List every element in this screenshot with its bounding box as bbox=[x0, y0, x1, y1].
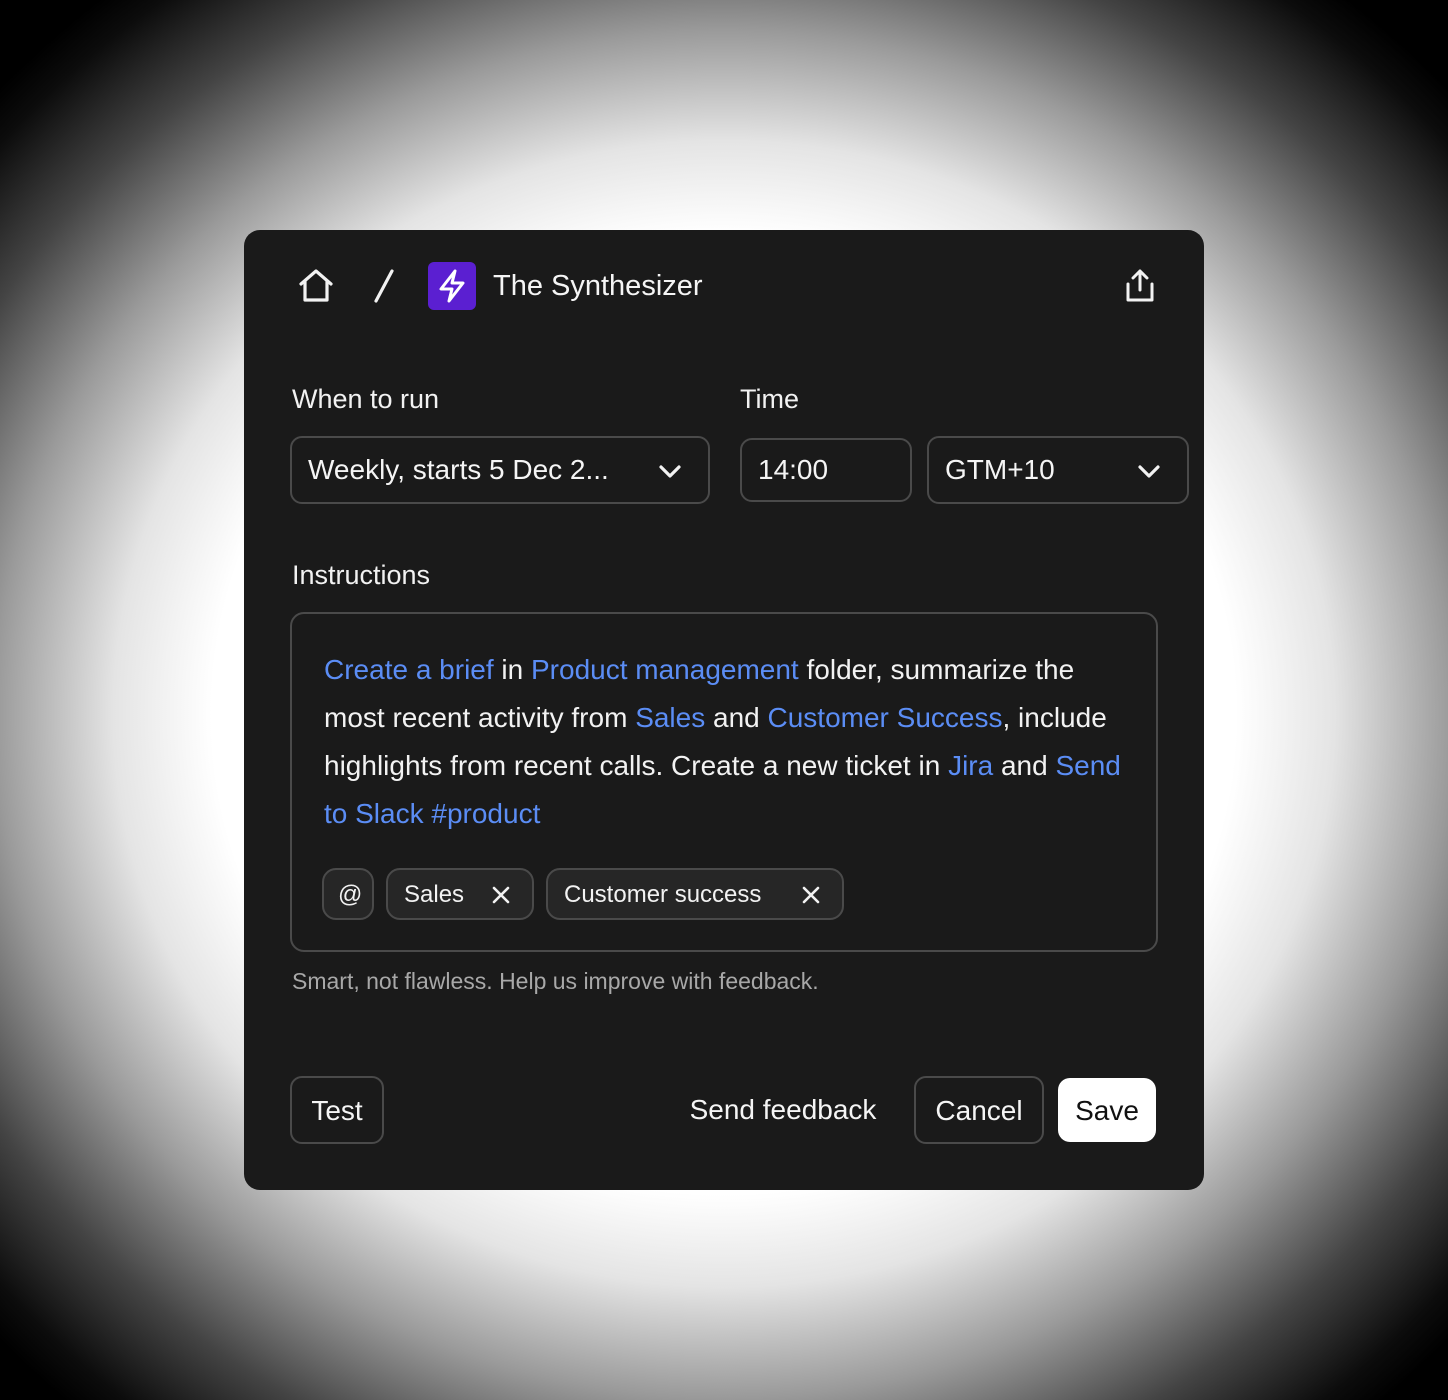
instruction-reference[interactable]: Jira bbox=[948, 750, 993, 781]
page-title: The Synthesizer bbox=[493, 270, 703, 302]
home-icon[interactable] bbox=[296, 266, 336, 306]
instructions-text[interactable]: Create a brief in Product management fol… bbox=[324, 646, 1124, 838]
breadcrumb-separator bbox=[374, 269, 394, 303]
at-sign-icon: @ bbox=[338, 881, 363, 908]
time-input[interactable]: 14:00 bbox=[740, 438, 912, 502]
lightning-icon bbox=[439, 269, 465, 303]
share-icon[interactable] bbox=[1120, 266, 1160, 306]
tag-label: Sales bbox=[404, 881, 465, 908]
instruction-text-segment: and bbox=[705, 702, 768, 733]
mention-button[interactable]: @ bbox=[322, 868, 374, 920]
instruction-reference[interactable]: Create a brief bbox=[324, 654, 494, 685]
when-to-run-label: When to run bbox=[292, 384, 440, 414]
close-icon[interactable] bbox=[800, 884, 822, 906]
chevron-down-icon bbox=[1138, 465, 1160, 478]
tag-chip: Customer success bbox=[546, 868, 844, 920]
app-icon bbox=[428, 262, 476, 310]
test-button[interactable]: Test bbox=[290, 1076, 384, 1144]
send-feedback-button[interactable]: Send feedback bbox=[668, 1076, 898, 1144]
save-button[interactable]: Save bbox=[1058, 1078, 1156, 1142]
timezone-select[interactable]: GTM+10 bbox=[927, 436, 1189, 504]
instruction-reference[interactable]: Sales bbox=[635, 702, 705, 733]
when-to-run-select[interactable]: Weekly, starts 5 Dec 2... bbox=[290, 436, 710, 504]
instruction-text-segment: in bbox=[493, 654, 531, 685]
cancel-button[interactable]: Cancel bbox=[914, 1076, 1044, 1144]
instruction-text-segment: and bbox=[993, 750, 1056, 781]
instruction-reference[interactable]: Product management bbox=[531, 654, 799, 685]
when-to-run-value: Weekly, starts 5 Dec 2... bbox=[308, 454, 609, 485]
time-value: 14:00 bbox=[758, 454, 829, 485]
tag-label: Customer success bbox=[564, 881, 762, 908]
instruction-reference[interactable]: Customer Success bbox=[768, 702, 1003, 733]
instructions-label: Instructions bbox=[292, 560, 431, 590]
feedback-note: Smart, not flawless. Help us improve wit… bbox=[292, 968, 819, 994]
time-label: Time bbox=[740, 384, 799, 414]
close-icon[interactable] bbox=[490, 884, 512, 906]
tag-chip: Sales bbox=[386, 868, 534, 920]
chevron-down-icon bbox=[659, 465, 681, 478]
timezone-value: GTM+10 bbox=[945, 454, 1055, 485]
